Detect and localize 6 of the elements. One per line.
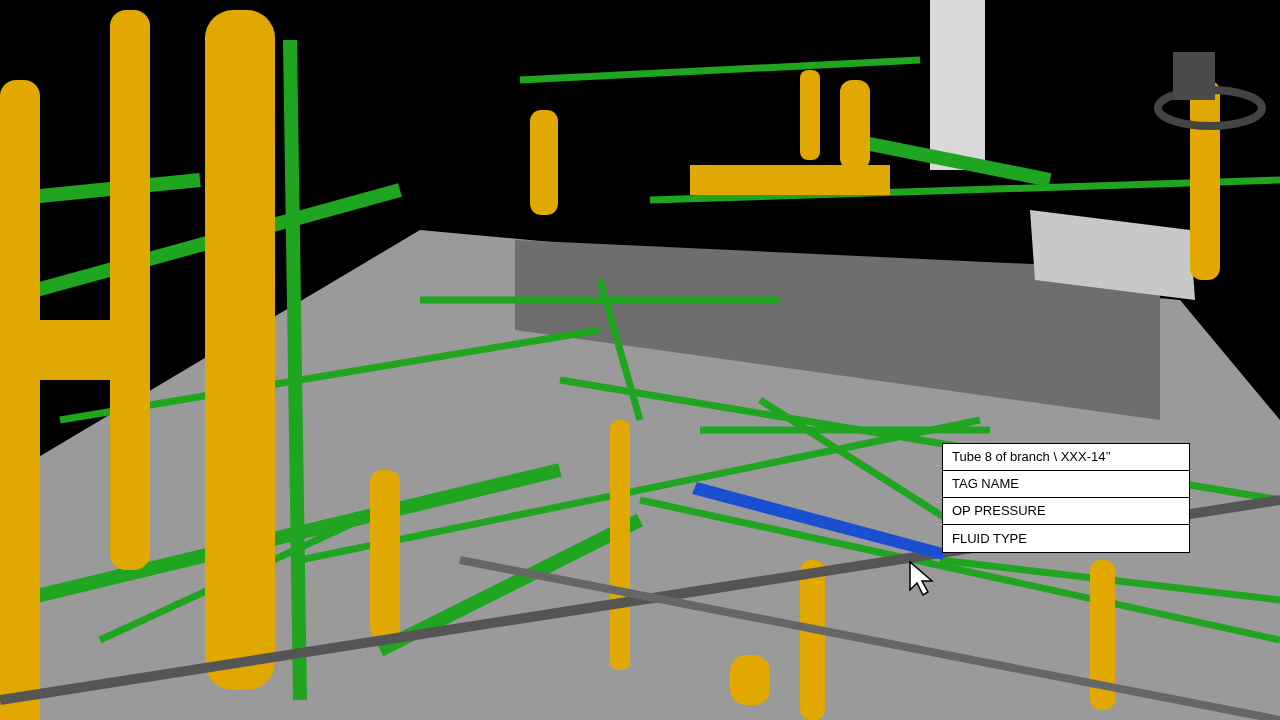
tooltip-title: Tube 8 of branch \ XXX-14’’ <box>943 444 1189 471</box>
tooltip-field-label: TAG NAME <box>943 471 1189 498</box>
tooltip-field-label: FLUID TYPE <box>951 529 1028 548</box>
mouse-cursor-icon <box>909 560 934 597</box>
navigation-cube-icon[interactable] <box>1154 52 1266 130</box>
tooltip-field-label: OP PRESSURE <box>943 498 1189 525</box>
